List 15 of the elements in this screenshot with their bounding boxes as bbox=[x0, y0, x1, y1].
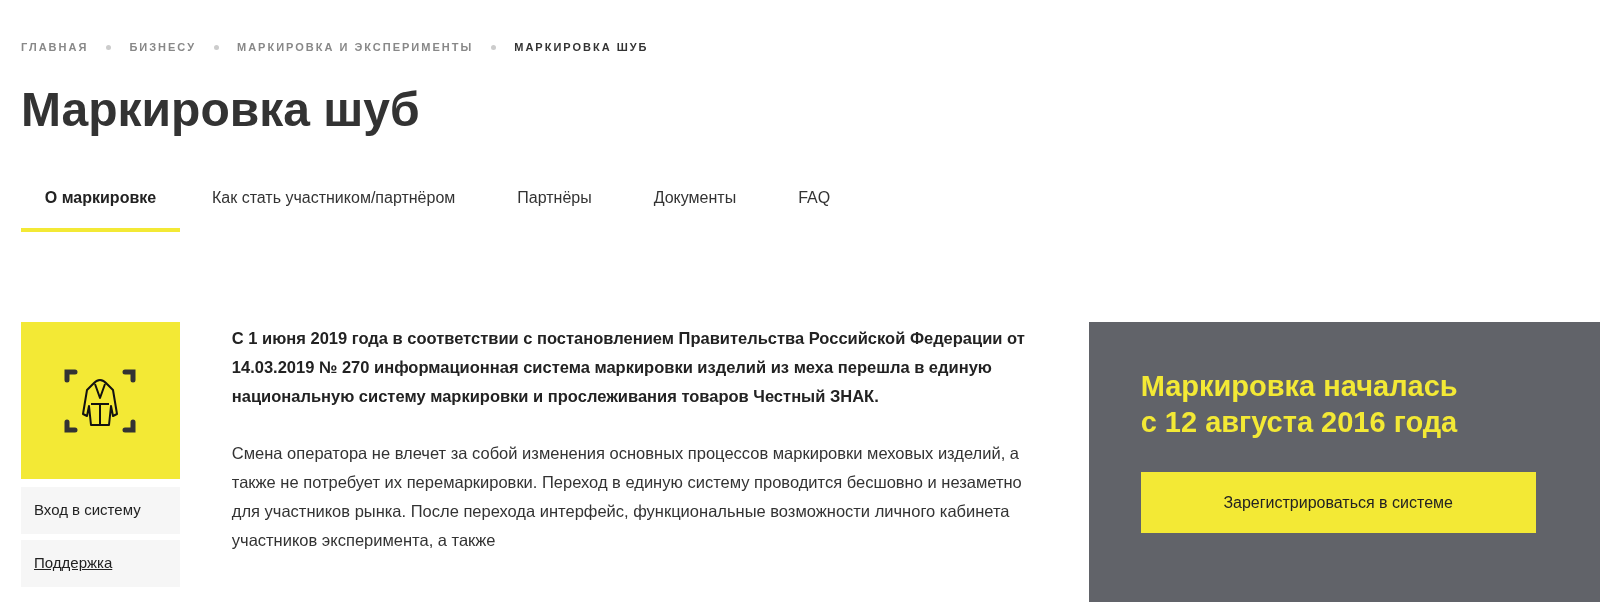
tab[interactable]: Партнёры bbox=[499, 186, 610, 232]
breadcrumb-link[interactable]: МАРКИРОВКА ШУБ bbox=[514, 38, 649, 56]
register-button[interactable]: Зарегистрироваться в системе bbox=[1140, 472, 1536, 533]
page-title: Маркировка шуб bbox=[21, 82, 420, 138]
promo-heading: Маркировка началась bbox=[1140, 369, 1459, 404]
paragraph: С 1 июня 2019 года в соответствии с постановлением Правительства Российской Федерации от 14.03.2019 № 270 информационная система маркировки изделий из меха перешла в единую национальную систему маркировки и прослеживания товаров Честный ЗНАК. bbox=[231, 328, 1026, 407]
breadcrumb-link[interactable]: ГЛАВНАЯ bbox=[21, 38, 89, 56]
breadcrumb-link[interactable]: МАРКИРОВКА И ЭКСПЕРИМЕНТЫ bbox=[237, 38, 474, 56]
tab[interactable]: О маркировке bbox=[21, 186, 180, 232]
promo-heading: с 12 августа 2016 года bbox=[1140, 405, 1459, 440]
tab[interactable]: FAQ bbox=[780, 186, 849, 232]
tab[interactable]: Как стать участником/партнёром bbox=[194, 186, 474, 232]
tab[interactable]: Документы bbox=[635, 186, 755, 232]
breadcrumb-link[interactable]: БИЗНЕСУ bbox=[129, 38, 196, 56]
paragraph: Смена оператора не влечет за собой изменения основных процессов маркировки меховых изделий, а также не потребует их перемаркировки. Переход в единую систему проводится бесшовно и незаметно для участников рынка. После перехода интерфейс, функциональные возможности личного кабинета участников эксперимента, а также bbox=[231, 443, 1023, 551]
